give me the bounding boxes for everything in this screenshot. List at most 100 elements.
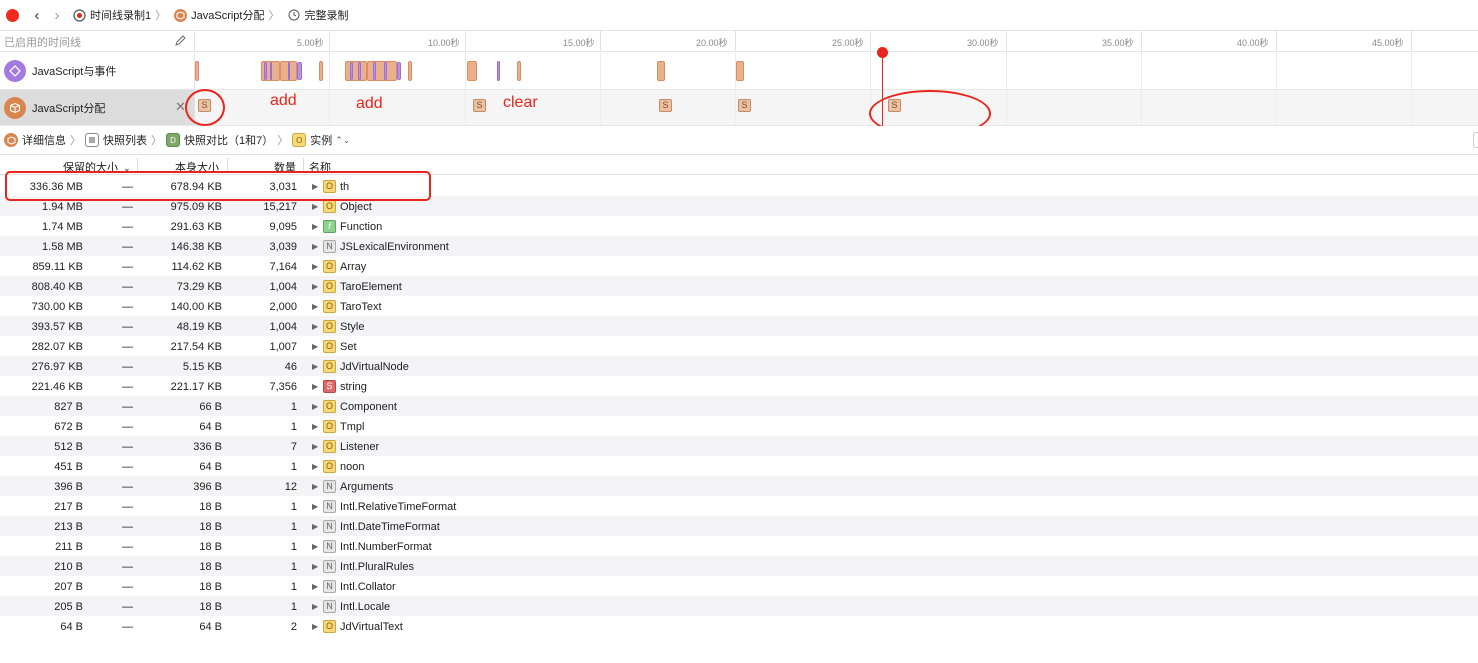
event-bar-js[interactable] [270, 62, 272, 80]
percent-cell: — [122, 381, 133, 393]
edit-icon[interactable] [174, 34, 186, 50]
disclosure-triangle-icon[interactable]: ▶ [312, 302, 318, 311]
event-bar-js[interactable] [497, 61, 500, 81]
event-bar-js[interactable] [264, 62, 267, 80]
event-bar-js[interactable] [350, 62, 353, 80]
event-bar[interactable] [517, 61, 521, 81]
table-row[interactable]: 393.57 KB — 48.19 KB 1,004 ▶ O Style [0, 316, 1478, 336]
event-bar-js[interactable] [297, 62, 302, 80]
crumb-timeline-recording[interactable]: 时间线录制1 〉 [73, 7, 166, 23]
chevron-up-down-icon[interactable]: ⌃⌄ [335, 135, 350, 146]
event-bar[interactable] [736, 61, 744, 81]
type-badge-icon: O [323, 420, 336, 433]
forward-button[interactable]: › [49, 7, 65, 24]
table-row[interactable]: 64 B — 64 B 2 ▶ O JdVirtualText [0, 616, 1478, 636]
track-label[interactable]: JavaScript分配 [0, 90, 195, 125]
disclosure-triangle-icon[interactable]: ▶ [312, 402, 318, 411]
disclosure-triangle-icon[interactable]: ▶ [312, 542, 318, 551]
playhead-handle[interactable] [877, 47, 888, 58]
table-row[interactable]: 396 B — 396 B 12 ▶ N Arguments [0, 476, 1478, 496]
disclosure-triangle-icon[interactable]: ▶ [312, 242, 318, 251]
disclosure-triangle-icon[interactable]: ▶ [312, 362, 318, 371]
event-bar[interactable] [195, 61, 199, 81]
event-bar-js[interactable] [288, 62, 290, 80]
table-row[interactable]: 221.46 KB — 221.17 KB 7,356 ▶ Sstring [0, 376, 1478, 396]
table-row[interactable]: 210 B — 18 B 1 ▶ N Intl.PluralRules [0, 556, 1478, 576]
heap-snapshot-marker[interactable]: S [738, 99, 751, 112]
disclosure-triangle-icon[interactable]: ▶ [312, 522, 318, 531]
disclosure-triangle-icon[interactable]: ▶ [312, 562, 318, 571]
path-label: 详细信息 [22, 135, 66, 147]
table-row[interactable]: 207 B — 18 B 1 ▶ N Intl.Collator [0, 576, 1478, 596]
event-bar[interactable] [345, 61, 367, 81]
timeline-filter[interactable]: 已启用的时间线 [0, 31, 195, 52]
disclosure-triangle-icon[interactable]: ▶ [312, 422, 318, 431]
table-row[interactable]: 730.00 KB — 140.00 KB 2,000 ▶ O TaroText [0, 296, 1478, 316]
path-item-snapshot-list[interactable]: 快照列表 〉 [85, 132, 162, 148]
disclosure-triangle-icon[interactable]: ▶ [312, 462, 318, 471]
table-row[interactable]: 451 B — 64 B 1 ▶ Onoon [0, 456, 1478, 476]
table-row[interactable]: 282.07 KB — 217.54 KB 1,007 ▶ O Set [0, 336, 1478, 356]
path-item-instances[interactable]: O 实例 ⌃⌄ [292, 132, 350, 148]
table-row[interactable]: 217 B — 18 B 1 ▶ N Intl.RelativeTimeFormat [0, 496, 1478, 516]
table-row[interactable]: 512 B — 336 B 7 ▶ O Listener [0, 436, 1478, 456]
event-bar-js[interactable] [358, 62, 361, 80]
ruler-tick: 40.00秒 [1237, 31, 1277, 52]
path-item-snapshot-diff[interactable]: D 快照对比（1和7） 〉 [166, 132, 288, 148]
heap-snapshot-marker[interactable]: S [659, 99, 672, 112]
back-button[interactable]: ‹ [29, 7, 45, 24]
heap-snapshot-marker[interactable]: S [473, 99, 486, 112]
table-row[interactable]: 213 B — 18 B 1 ▶ N Intl.DateTimeFormat [0, 516, 1478, 536]
path-item-details[interactable]: 详细信息 〉 [4, 132, 81, 148]
disclosure-triangle-icon[interactable]: ▶ [312, 262, 318, 271]
disclosure-triangle-icon[interactable]: ▶ [312, 482, 318, 491]
event-bar[interactable] [657, 61, 665, 81]
table-row[interactable]: 827 B — 66 B 1 ▶ O Component [0, 396, 1478, 416]
table-row[interactable]: 211 B — 18 B 1 ▶ N Intl.NumberFormat [0, 536, 1478, 556]
table-row[interactable]: 205 B — 18 B 1 ▶ N Intl.Locale [0, 596, 1478, 616]
count-cell: 2 [290, 621, 297, 633]
javascript-allocations-icon [4, 96, 26, 119]
class-name-cell: JdVirtualNode [340, 361, 409, 373]
table-row[interactable]: 859.11 KB — 114.62 KB 7,164 ▶ O Array [0, 256, 1478, 276]
table-row[interactable]: 276.97 KB — 5.15 KB 46 ▶ O JdVirtualNode [0, 356, 1478, 376]
event-bar[interactable] [408, 61, 412, 81]
count-cell: 1,007 [269, 341, 297, 353]
percent-cell: — [122, 461, 133, 473]
disclosure-triangle-icon[interactable]: ▶ [312, 602, 318, 611]
event-bar-js[interactable] [384, 62, 387, 80]
disclosure-triangle-icon[interactable]: ▶ [312, 342, 318, 351]
disclosure-triangle-icon[interactable]: ▶ [312, 622, 318, 631]
event-bar-js[interactable] [373, 62, 376, 80]
disclosure-triangle-icon[interactable]: ▶ [312, 322, 318, 331]
crumb-javascript-allocations[interactable]: JavaScript分配 〉 [174, 7, 279, 23]
instances-table-body: 336.36 MB —678.94 KB 3,031 ▶ Oth 1.94 MB —975.… [0, 176, 1478, 636]
disclosure-triangle-icon[interactable]: ▶ [312, 222, 318, 231]
record-button[interactable] [6, 8, 19, 22]
track-label[interactable]: JavaScript与事件 [0, 53, 195, 89]
table-row[interactable]: 1.58 MB — 146.38 KB 3,039 ▶ N JSLexicalEnviron… [0, 236, 1478, 256]
count-cell: 12 [284, 481, 297, 493]
disclosure-triangle-icon[interactable]: ▶ [312, 502, 318, 511]
disclosure-triangle-icon[interactable]: ▶ [312, 382, 318, 391]
track-javascript-events[interactable]: JavaScript与事件 [0, 53, 1478, 90]
percent-cell: — [122, 241, 133, 253]
event-bar[interactable] [367, 61, 397, 81]
column-divider[interactable] [227, 158, 228, 172]
scroll-handle[interactable] [1473, 132, 1478, 148]
column-divider[interactable] [137, 158, 138, 172]
disclosure-triangle-icon[interactable]: ▶ [312, 282, 318, 291]
table-row[interactable]: 672 B — 64 B 1 ▶ O Tmpl [0, 416, 1478, 436]
ruler-tick: 25.00秒 [832, 31, 871, 52]
event-bar-js[interactable] [397, 62, 401, 80]
self-size-cell: 336 B [193, 441, 222, 453]
column-divider[interactable] [303, 158, 304, 172]
table-row[interactable]: 808.40 KB — 73.29 KB 1,004 ▶ O TaroElement [0, 276, 1478, 296]
disclosure-triangle-icon[interactable]: ▶ [312, 442, 318, 451]
event-bar[interactable] [467, 61, 477, 81]
crumb-full-recording[interactable]: 完整录制 [287, 7, 348, 23]
event-bar[interactable] [319, 61, 323, 81]
disclosure-triangle-icon[interactable]: ▶ [312, 582, 318, 591]
disclosure-triangle-icon[interactable]: ▶ [312, 202, 318, 211]
table-row[interactable]: 1.74 MB — 291.63 KB 9,095 ▶ f Function [0, 216, 1478, 236]
